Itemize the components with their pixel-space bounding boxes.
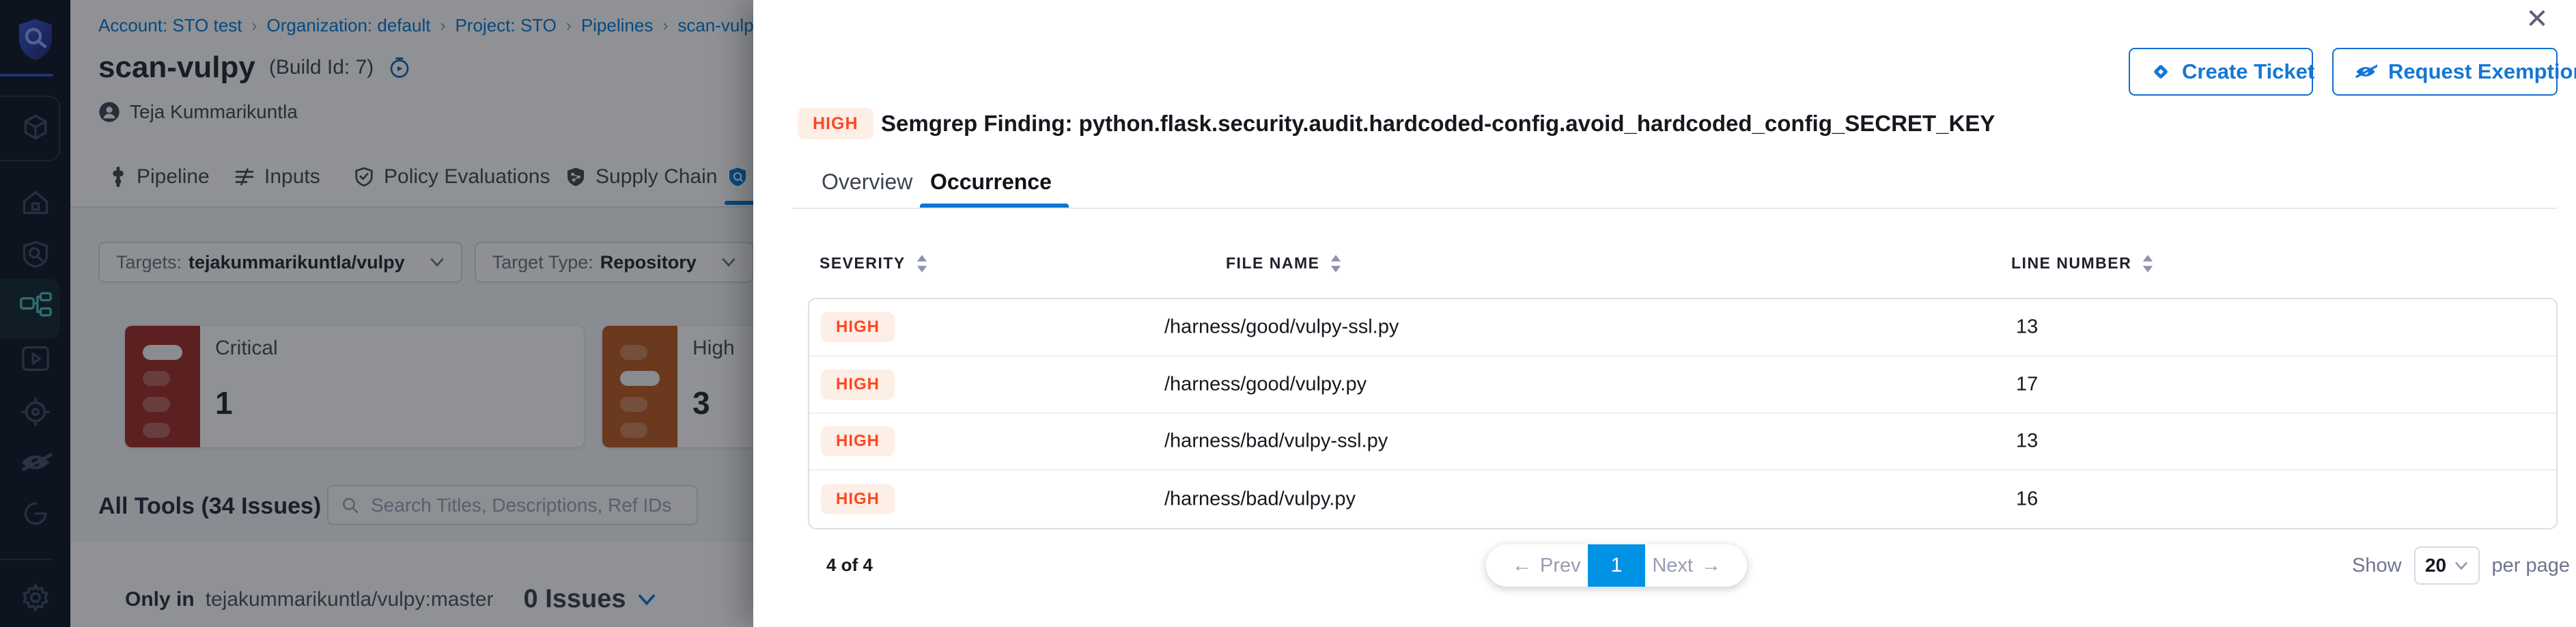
column-header-line-number[interactable]: LINE NUMBER xyxy=(2011,254,2153,273)
tab-baseline xyxy=(792,208,2558,209)
table-row[interactable]: HIGH /harness/bad/vulpy.py 16 xyxy=(809,471,2556,528)
row-file-name: /harness/good/vulpy-ssl.py xyxy=(1164,316,1399,338)
per-page-label: per page xyxy=(2492,555,2571,577)
column-header-file-name[interactable]: FILE NAME xyxy=(1226,254,1341,273)
row-line-number: 16 xyxy=(2016,488,2038,511)
severity-badge: HIGH xyxy=(798,108,873,139)
table-row[interactable]: HIGH /harness/bad/vulpy-ssl.py 13 xyxy=(809,414,2556,471)
request-exemption-label: Request Exemption xyxy=(2388,59,2576,84)
row-severity-badge: HIGH xyxy=(821,426,895,456)
tab-overview[interactable]: Overview xyxy=(822,169,912,195)
request-exemption-button[interactable]: Request Exemption xyxy=(2332,48,2558,96)
chevron-down-icon xyxy=(2454,561,2468,570)
show-label: Show xyxy=(2352,555,2402,577)
create-ticket-button[interactable]: Create Ticket xyxy=(2129,48,2313,96)
next-label: Next xyxy=(1652,555,1693,577)
next-page-button[interactable]: Next → xyxy=(1648,554,1725,578)
page-size-value: 20 xyxy=(2425,555,2446,576)
close-icon[interactable]: ✕ xyxy=(2517,0,2558,38)
table-row[interactable]: HIGH /harness/good/vulpy.py 17 xyxy=(809,357,2556,414)
row-line-number: 13 xyxy=(2016,316,2038,338)
row-severity-badge: HIGH xyxy=(821,312,895,342)
finding-title: Semgrep Finding: python.flask.security.a… xyxy=(881,111,1995,137)
pagination-summary: 4 of 4 xyxy=(826,555,873,576)
occurrence-table: HIGH /harness/good/vulpy-ssl.py 13 HIGH … xyxy=(808,298,2558,529)
page-size-group: Show 20 per page xyxy=(2352,544,2570,587)
row-line-number: 17 xyxy=(2016,373,2038,395)
app-window: Account: STO test › Organization: defaul… xyxy=(0,0,2576,627)
arrow-right-icon: → xyxy=(1701,555,1721,577)
tab-occurrence[interactable]: Occurrence xyxy=(930,169,1052,195)
line-number-column-label: LINE NUMBER xyxy=(2011,254,2131,273)
ticket-diamond-icon xyxy=(2151,61,2171,82)
sort-icon[interactable] xyxy=(916,255,927,273)
prev-page-button[interactable]: ← Prev xyxy=(1508,554,1585,578)
sort-icon[interactable] xyxy=(1330,255,1341,273)
table-row[interactable]: HIGH /harness/good/vulpy-ssl.py 13 xyxy=(809,299,2556,357)
row-file-name: /harness/bad/vulpy.py xyxy=(1164,488,1356,511)
create-ticket-label: Create Ticket xyxy=(2182,59,2314,84)
sort-icon[interactable] xyxy=(2142,255,2153,273)
row-file-name: /harness/bad/vulpy-ssl.py xyxy=(1164,430,1388,453)
page-size-select[interactable]: 20 xyxy=(2414,546,2480,585)
eye-slash-icon xyxy=(2354,61,2377,82)
row-severity-badge: HIGH xyxy=(821,370,895,400)
prev-label: Prev xyxy=(1540,555,1581,577)
row-severity-badge: HIGH xyxy=(821,484,895,514)
modal-backdrop[interactable] xyxy=(0,0,753,627)
severity-column-label: SEVERITY xyxy=(820,254,906,273)
arrow-left-icon: ← xyxy=(1512,555,1532,577)
page-number-button[interactable]: 1 xyxy=(1588,544,1645,587)
row-file-name: /harness/good/vulpy.py xyxy=(1164,373,1367,395)
row-line-number: 13 xyxy=(2016,430,2038,453)
finding-detail-panel: ✕ Create Ticket Request Exemption HIGH S… xyxy=(753,0,2576,627)
pagination-control: ← Prev 1 Next → xyxy=(1486,544,1747,587)
column-header-severity[interactable]: SEVERITY xyxy=(820,254,927,273)
file-name-column-label: FILE NAME xyxy=(1226,254,1319,273)
